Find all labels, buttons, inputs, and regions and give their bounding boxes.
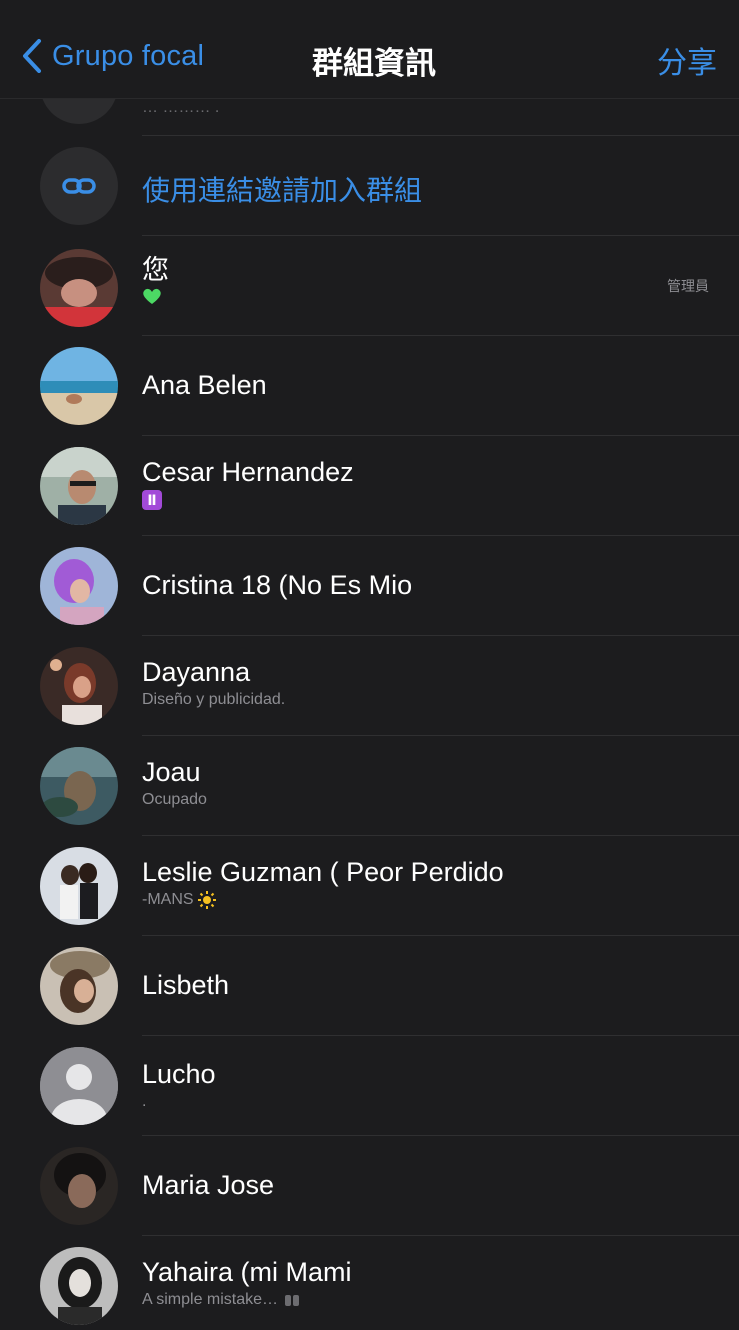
list-item-member[interactable]: Lucho . [0, 1036, 739, 1136]
member-name: 您 [142, 255, 169, 285]
list-item-member[interactable]: Leslie Guzman ( Peor Perdido -MANS [0, 836, 739, 936]
invite-link-label: 使用連結邀請加入群組 [142, 174, 423, 207]
member-name: Lisbeth [142, 970, 230, 1000]
avatar [40, 747, 118, 825]
avatar [40, 1047, 118, 1125]
green-heart-icon [143, 288, 161, 304]
avatar [40, 547, 118, 625]
hands-icon [284, 1294, 299, 1306]
member-name: Cesar Hernandez [142, 457, 354, 487]
chevron-left-icon [23, 39, 41, 73]
member-status: Ocupado [142, 791, 207, 808]
avatar [40, 447, 118, 525]
sun-icon [198, 890, 217, 909]
member-name: Cristina 18 (No Es Mio [142, 570, 413, 600]
gemini-icon: Ⅱ [142, 490, 162, 510]
member-name: Joau [142, 757, 201, 787]
member-status: . [142, 1093, 147, 1110]
avatar [40, 847, 118, 925]
list-item-member[interactable]: 您 管理員 [0, 236, 739, 336]
avatar [40, 1147, 118, 1225]
member-name: Lucho [142, 1059, 216, 1089]
link-icon [62, 178, 96, 194]
list-item-member[interactable]: Yahaira (mi Mami A simple mistake… [0, 1236, 739, 1330]
member-name: Leslie Guzman ( Peor Perdido [142, 857, 504, 887]
list-item-member[interactable]: Joau Ocupado [0, 736, 739, 836]
avatar [40, 647, 118, 725]
member-list: … ……… . 使用連結邀請加入群組 您 管理員 Ana Belen Cesar… [0, 98, 739, 1330]
avatar [40, 249, 118, 327]
back-button-label: Grupo focal [52, 39, 205, 72]
list-item-member[interactable]: Lisbeth [0, 936, 739, 1036]
default-person-icon [40, 1047, 118, 1125]
member-status: -MANS [142, 891, 194, 908]
list-item-member[interactable]: Cesar Hernandez Ⅱ [0, 436, 739, 536]
avatar [40, 1247, 118, 1325]
member-status: Diseño y publicidad. [142, 691, 286, 708]
avatar [40, 347, 118, 425]
avatar [40, 98, 118, 124]
admin-badge: 管理員 [667, 279, 709, 295]
list-item-partial[interactable]: … ……… . [0, 98, 739, 136]
list-item-member[interactable]: Maria Jose [0, 1136, 739, 1236]
avatar [40, 947, 118, 1025]
back-button[interactable]: Grupo focal [22, 34, 204, 78]
list-item-member[interactable]: Dayanna Diseño y publicidad. [0, 636, 739, 736]
list-item-member[interactable]: Ana Belen [0, 336, 739, 436]
invite-link-row[interactable]: 使用連結邀請加入群組 [0, 136, 739, 236]
share-button[interactable]: 分享 [657, 38, 717, 82]
member-name: Maria Jose [142, 1170, 275, 1200]
member-status: A simple mistake… [142, 1291, 279, 1308]
link-icon-circle [40, 147, 118, 225]
member-name: Yahaira (mi Mami [142, 1257, 352, 1287]
navigation-bar: Grupo focal 群組資訊 分享 [0, 0, 739, 99]
member-name: Dayanna [142, 657, 251, 687]
list-item-subtitle: … ……… . [142, 99, 220, 116]
list-item-member[interactable]: Cristina 18 (No Es Mio [0, 536, 739, 636]
page-title: 群組資訊 [312, 46, 436, 82]
member-name: Ana Belen [142, 370, 267, 400]
